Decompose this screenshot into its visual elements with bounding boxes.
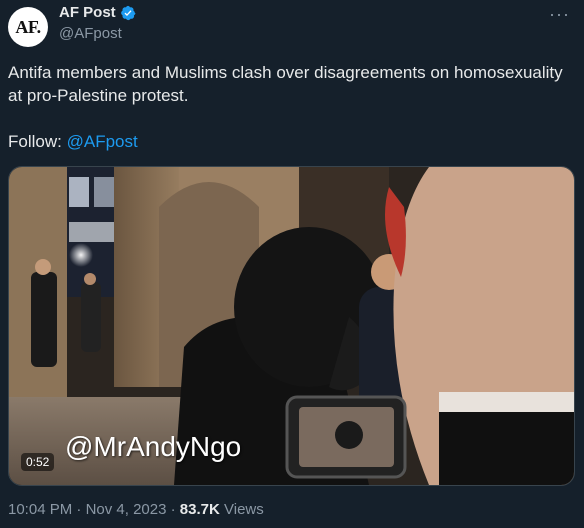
follow-mention-link[interactable]: @AFpost	[67, 132, 138, 151]
video-player[interactable]: 0:52 @MrAndyNgo	[8, 166, 575, 486]
tweet-date[interactable]: Nov 4, 2023	[86, 501, 167, 518]
views-count: 83.7K	[179, 501, 220, 518]
tweet-text: Antifa members and Muslims clash over di…	[8, 61, 568, 153]
meta-separator: ·	[76, 501, 82, 518]
meta-separator: ·	[170, 501, 176, 518]
tweet-time[interactable]: 10:04 PM	[8, 501, 72, 518]
video-duration: 0:52	[21, 453, 55, 471]
tweet-body: Antifa members and Muslims clash over di…	[8, 63, 563, 105]
avatar-logo-text: AF.	[15, 16, 41, 37]
views-label: Views	[224, 501, 264, 518]
follow-label: Follow:	[8, 132, 62, 151]
follow-line: Follow: @AFpost	[8, 130, 568, 153]
video-watermark: @MrAndyNgo	[65, 431, 242, 462]
verified-badge-icon	[120, 5, 136, 20]
avatar[interactable]: AF.	[8, 7, 48, 47]
tweet-meta: 10:04 PM · Nov 4, 2023 · 83.7K Views	[8, 501, 264, 518]
display-name[interactable]: AF Post	[59, 4, 116, 21]
author-name-row: AF Post	[59, 4, 136, 21]
more-options-icon[interactable]: ···	[549, 4, 570, 25]
author-handle[interactable]: @AFpost	[59, 25, 122, 42]
